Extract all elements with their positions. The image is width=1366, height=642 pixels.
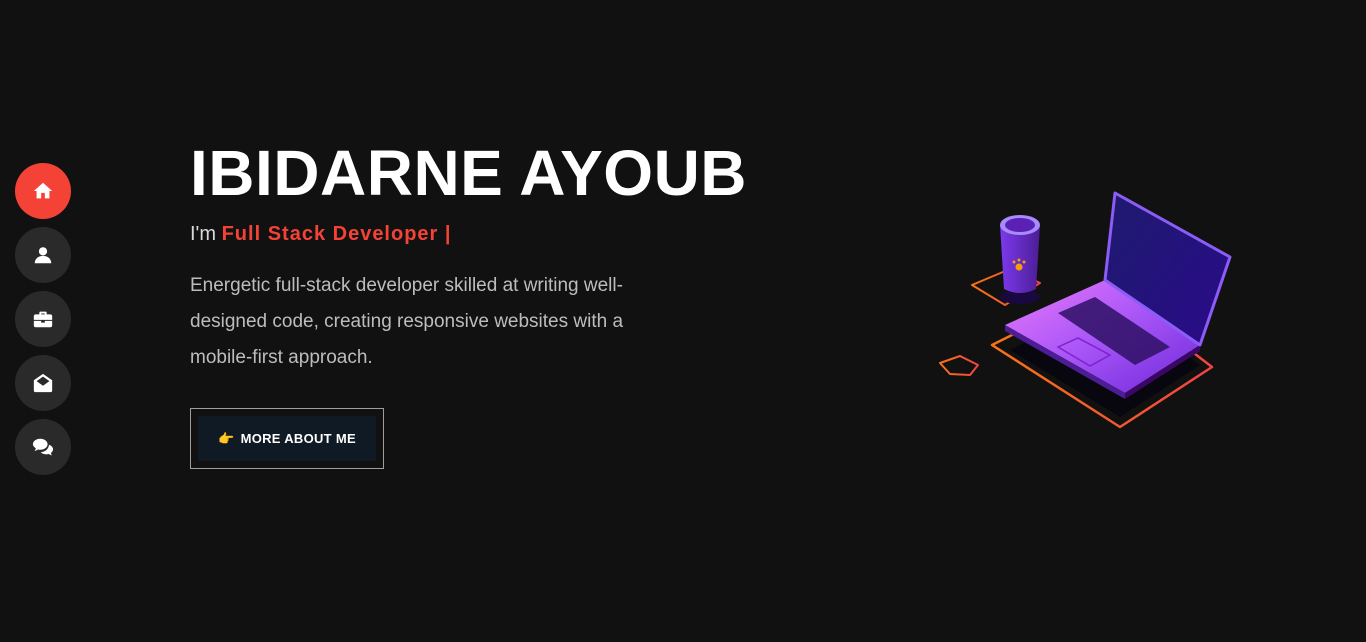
role-prefix: I'm [190,223,222,245]
nav-blog-button[interactable] [15,419,71,475]
laptop-cup-illustration-icon [939,191,1232,429]
comments-icon [32,438,54,456]
nav-contact-button[interactable] [15,355,71,411]
pointing-hand-icon: 👉 [218,430,235,446]
more-about-label: MORE ABOUT ME [240,431,356,446]
hero-description: Energetic full-stack developer skilled a… [190,275,624,368]
home-icon [33,182,53,199]
briefcase-icon [33,311,53,328]
hero-name: IBIDARNE AYOUB [190,137,747,209]
nav-about-button[interactable] [15,227,71,283]
hero-role: I'm Full Stack Developer | [190,222,790,246]
role-typed-text: Full Stack Developer | [221,223,452,245]
user-icon [34,247,52,264]
side-navigation [15,163,71,475]
nav-portfolio-button[interactable] [15,291,71,347]
envelope-open-icon [33,373,53,393]
laptop-illustration [930,185,1240,435]
more-about-button[interactable]: 👉 MORE ABOUT ME [198,416,376,461]
nav-home-button[interactable] [15,163,71,219]
more-about-frame: 👉 MORE ABOUT ME [190,408,384,469]
hero-section: IBIDARNE AYOUB I'm Full Stack Developer … [190,138,790,469]
